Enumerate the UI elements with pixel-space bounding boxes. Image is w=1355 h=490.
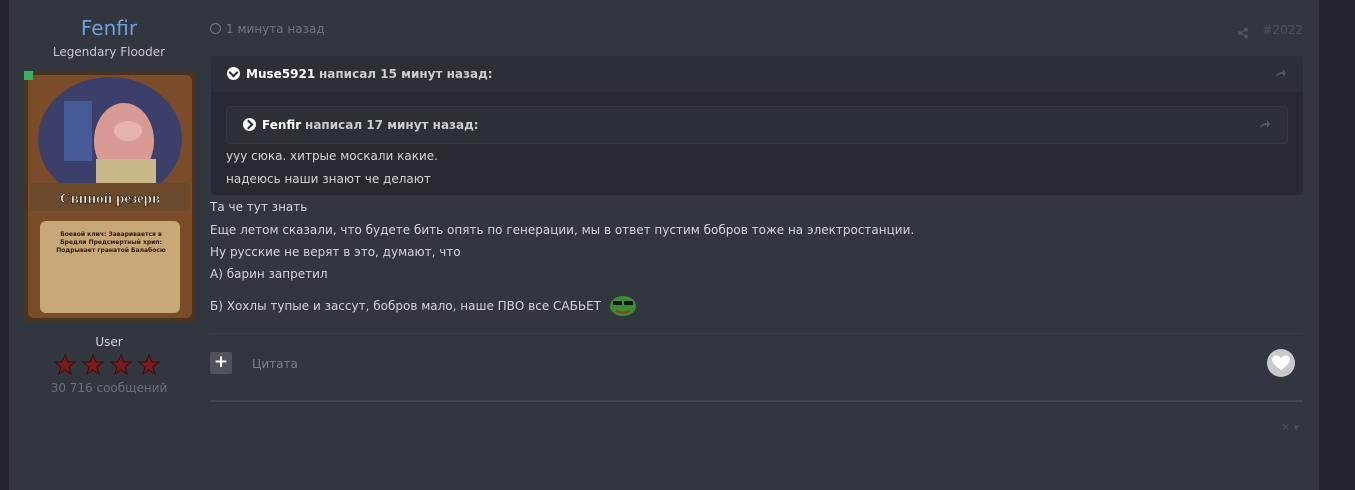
like-button[interactable] (1267, 349, 1295, 377)
quote-author[interactable]: Muse5921 (246, 67, 315, 81)
avatar-card-text: Боевой клич: Заваривается в Бредли Предс… (56, 231, 166, 254)
nested-quote-author[interactable]: Fenfir (262, 118, 301, 132)
author-title: Legendary Flooder (52, 45, 166, 59)
quote-line-1: ууу сюка. хитрые москали какие. (226, 149, 438, 163)
quote-line-2: надеюсь наши знают че делают (226, 172, 431, 186)
nested-reply-arrow-icon[interactable] (1259, 107, 1271, 143)
avatar-card-image: Свиной резерв Боевой клич: Заваривается … (24, 71, 196, 322)
close-icon[interactable]: ✕ ▾ (1281, 421, 1299, 434)
author-name[interactable]: Fenfir (9, 16, 209, 40)
quote-button[interactable]: Цитата (252, 357, 298, 371)
reactions-bar (210, 400, 1303, 402)
post-line-2: Еще летом сказали, что будете бить опять… (210, 223, 915, 237)
heart-icon (1272, 355, 1290, 370)
post-line-5-row: Б) Хохлы тупые и зассут, бобров мало, на… (210, 293, 638, 317)
multiquote-plus-button[interactable]: + (210, 352, 232, 374)
rank-badges (53, 353, 165, 377)
post-panel: Fenfir Legendary Flooder Свиной резерв Б… (9, 0, 1319, 490)
post-meta[interactable]: 1 минута назад (210, 22, 325, 36)
post-line-5: Б) Хохлы тупые и зассут, бобров мало, на… (210, 299, 601, 313)
share-icon-svg (1238, 27, 1248, 39)
quote-block: Muse5921 написал 15 минут назад: Fenfir … (211, 56, 1303, 195)
expand-quote-icon[interactable] (243, 118, 256, 131)
collapse-quote-icon[interactable] (227, 67, 240, 80)
post-count[interactable]: 30 716 сообщений (9, 381, 209, 395)
reply-arrow-icon[interactable] (1275, 56, 1287, 92)
post-line-3: Ну русские не верят в это, думают, что (210, 245, 461, 259)
post-line-1: Та че тут знать (210, 200, 308, 214)
nested-reply-arrow-svg (1260, 120, 1270, 128)
avatar[interactable]: Свиной резерв Боевой клич: Заваривается … (24, 71, 196, 322)
pepe-emoji-icon (609, 296, 636, 316)
nested-quote: Fenfir написал 17 минут назад: (226, 106, 1288, 144)
avatar-caption: Свиной резерв (60, 191, 160, 207)
nested-quote-said: написал 17 минут назад: (305, 118, 479, 132)
post-line-4: А) барин запретил (210, 267, 328, 281)
divider (210, 333, 1303, 334)
author-group: User (95, 335, 123, 349)
online-indicator (24, 71, 33, 80)
rank-stars-icon (53, 353, 161, 376)
clock-icon (210, 23, 221, 34)
quote-said: написал 15 минут назад: (319, 67, 493, 81)
reply-arrow-svg (1276, 69, 1286, 77)
post-time[interactable]: 1 минута назад (226, 22, 325, 36)
share-icon[interactable] (1237, 24, 1249, 43)
quote-header: Muse5921 написал 15 минут назад: (211, 56, 1303, 92)
post-number[interactable]: #2022 (1262, 23, 1303, 37)
